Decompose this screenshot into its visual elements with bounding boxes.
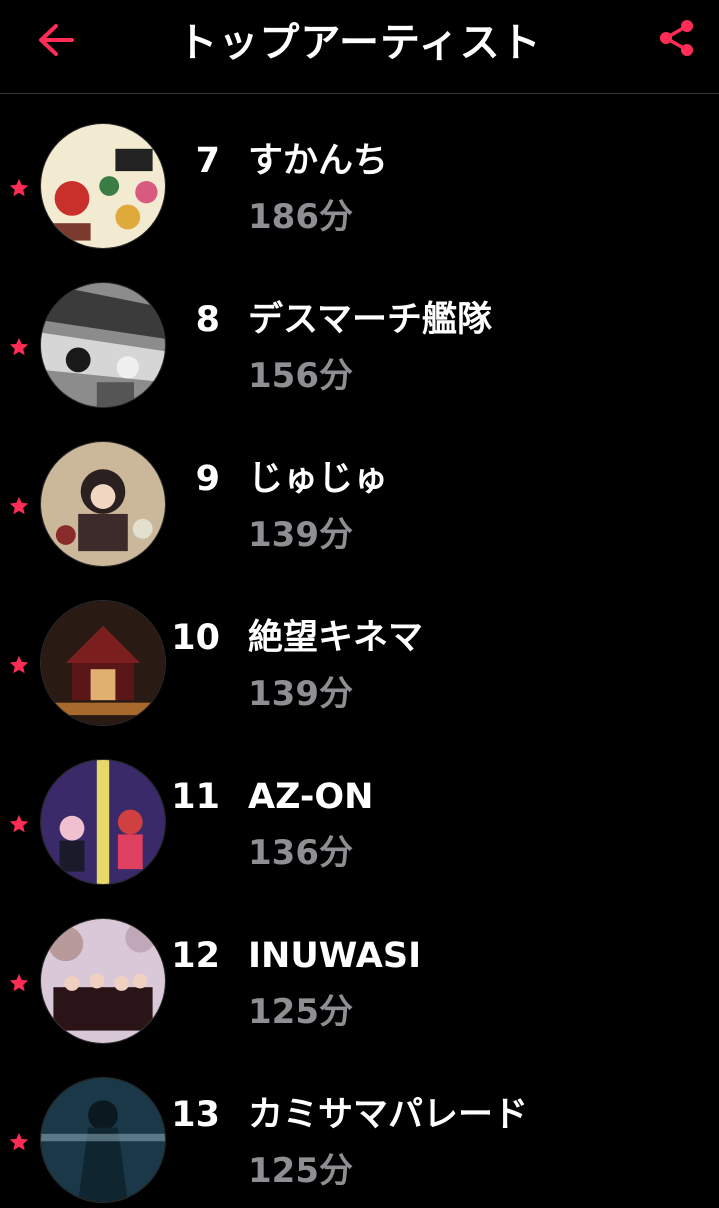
artist-artwork [40,1077,166,1203]
list-item[interactable]: 12 INUWASI 125分 [0,890,719,1049]
artist-artwork [40,600,166,726]
artist-name: カミサマパレード [248,1095,529,1135]
list-item[interactable]: 9 じゅじゅ 139分 [0,413,719,572]
artist-name: じゅじゅ [248,459,389,499]
star-icon [8,972,30,994]
list-item[interactable]: 8 デスマーチ艦隊 156分 [0,254,719,413]
listening-minutes: 139分 [248,674,353,714]
artist-name: すかんち [248,141,389,181]
star-icon [8,177,30,199]
page-title: トップアーティスト [177,20,542,66]
artist-name: AZ-ON [248,777,374,817]
artist-name: デスマーチ艦隊 [248,300,492,340]
list-item[interactable]: 7 すかんち 186分 [0,95,719,254]
artist-name: 絶望キネマ [248,618,424,658]
list-item[interactable]: 11 AZ-ON 136分 [0,731,719,890]
artist-artwork [40,282,166,408]
artist-artwork [40,123,166,249]
rank-number: 13 [171,1095,220,1135]
list-item[interactable]: 13 カミサマパレード 125分 [0,1049,719,1208]
share-icon [657,18,697,62]
rank-number: 12 [171,936,220,976]
listening-minutes: 125分 [248,992,353,1032]
star-icon [8,495,30,517]
listening-minutes: 136分 [248,833,353,873]
artist-artwork [40,918,166,1044]
artist-artwork [40,759,166,885]
rank-number: 7 [195,141,220,181]
nav-header: トップアーティスト [0,0,719,94]
share-button[interactable] [655,18,699,62]
rank-number: 9 [195,459,220,499]
listening-minutes: 139分 [248,515,353,555]
list-item[interactable]: 10 絶望キネマ 139分 [0,572,719,731]
listening-minutes: 156分 [248,356,353,396]
artist-name: INUWASI [248,936,422,976]
star-icon [8,654,30,676]
rank-number: 10 [171,618,220,658]
star-icon [8,813,30,835]
star-icon [8,1131,30,1153]
rank-number: 8 [195,300,220,340]
listening-minutes: 186分 [248,197,353,237]
artist-artwork [40,441,166,567]
listening-minutes: 125分 [248,1151,353,1191]
star-icon [8,336,30,358]
rank-number: 11 [171,777,220,817]
